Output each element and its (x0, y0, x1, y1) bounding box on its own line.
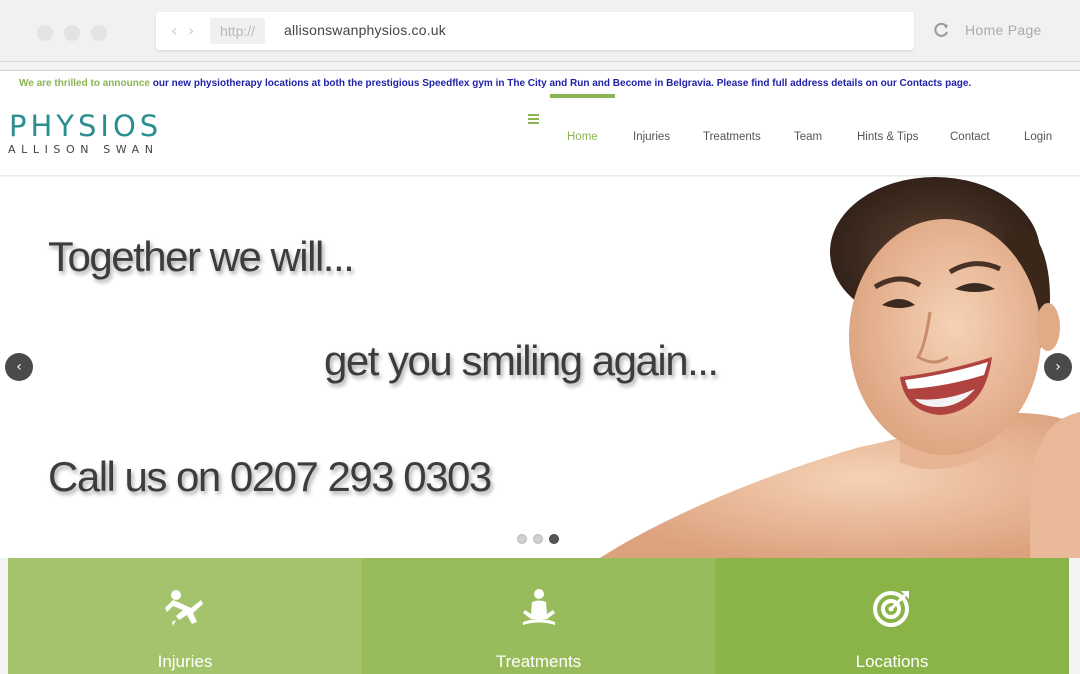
reload-icon[interactable] (931, 20, 951, 40)
url-protocol: http:// (210, 18, 266, 44)
slider-dot-2[interactable] (533, 534, 543, 544)
tile-injuries-label: Injuries (157, 652, 213, 671)
nav-login[interactable]: Login (1024, 131, 1052, 143)
nav-treatments[interactable]: Treatments (703, 131, 761, 143)
window-close-dot[interactable] (37, 25, 53, 41)
nav-injuries[interactable]: Injuries (633, 131, 670, 143)
tile-injuries[interactable]: Injuries (8, 558, 362, 674)
logo-subtitle: ALLISON SWAN (8, 143, 159, 156)
home-page-link[interactable]: Home Page (965, 22, 1042, 38)
slider-prev-button[interactable]: ‹ (5, 353, 33, 381)
tile-locations[interactable]: Locations (715, 558, 1069, 674)
announcement-bar: We are thrilled to announce our new phys… (0, 70, 1080, 98)
slider-next-button[interactable]: › (1044, 353, 1072, 381)
nav-team[interactable]: Team (794, 131, 822, 143)
announcement-link[interactable]: our new physiotherapy locations at both … (150, 78, 972, 89)
meditation-icon (522, 589, 555, 625)
url-text[interactable]: allisonswanphysios.co.uk (284, 22, 446, 38)
window-minimize-dot[interactable] (64, 25, 80, 41)
back-icon[interactable]: ‹ (171, 21, 177, 40)
hero-line-1: Together we will... (48, 233, 355, 280)
active-nav-indicator (550, 94, 615, 98)
window-maximize-dot[interactable] (91, 25, 107, 41)
target-icon (873, 591, 909, 627)
browser-chrome: ‹ › http:// allisonswanphysios.co.uk Hom… (0, 0, 1080, 62)
address-bar[interactable]: ‹ › http:// allisonswanphysios.co.uk (156, 12, 914, 50)
slider-dot-3[interactable] (549, 534, 559, 544)
nav-hints-tips[interactable]: Hints & Tips (857, 131, 918, 143)
nav-contact[interactable]: Contact (950, 131, 990, 143)
tile-locations-label: Locations (855, 652, 929, 671)
hero-slider: Together we will... get you smiling agai… (0, 177, 1080, 558)
tile-treatments-label: Treatments (495, 652, 582, 671)
forward-icon[interactable]: › (188, 21, 194, 40)
hero-phone-line: Call us on 0207 293 0303 (48, 453, 492, 500)
tile-treatments[interactable]: Treatments (362, 558, 715, 674)
nav-home[interactable]: Home (567, 131, 598, 143)
logo-title: PHYSIOS (9, 109, 163, 143)
slider-dot-1[interactable] (517, 534, 527, 544)
menu-icon[interactable] (528, 114, 539, 124)
announcement-highlight: We are thrilled to announce (19, 78, 150, 89)
hero-line-2: get you smiling again... (324, 337, 719, 384)
site-header: PHYSIOS ALLISON SWAN Home Injuries Treat… (0, 94, 1080, 176)
falling-person-icon (165, 590, 203, 626)
